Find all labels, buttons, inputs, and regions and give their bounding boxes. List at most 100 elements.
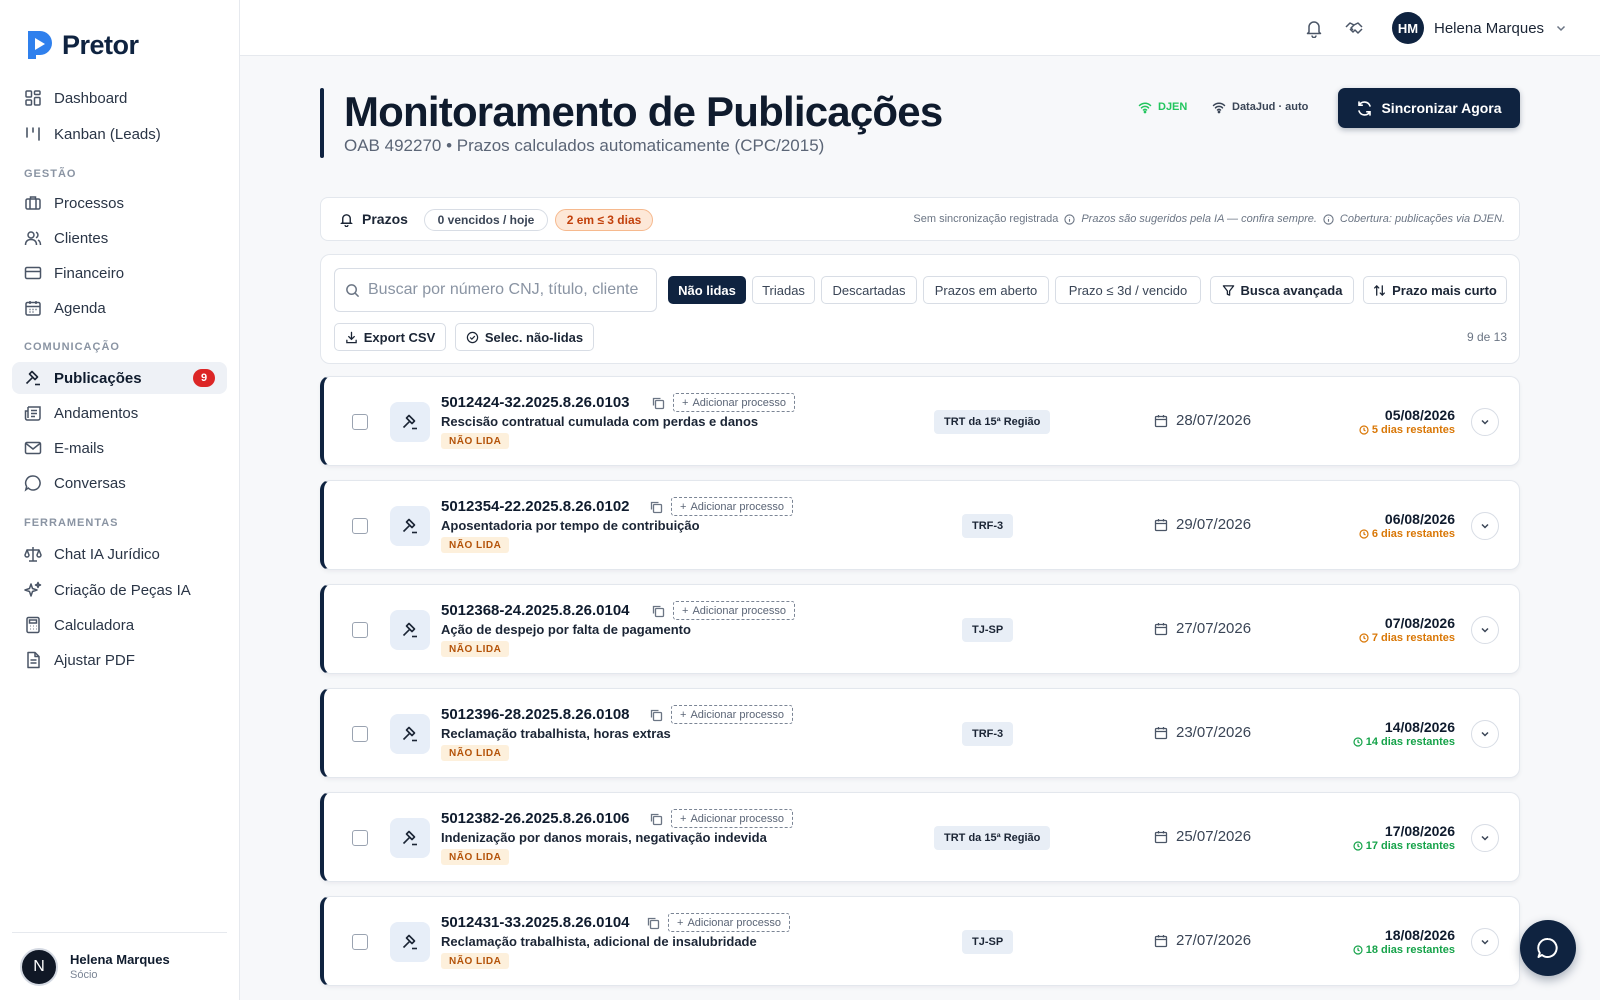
check-circle-icon <box>466 331 479 343</box>
sidebar-item-chat-ia[interactable]: Chat IA Jurídico <box>12 538 227 570</box>
expand-row-button[interactable] <box>1471 824 1499 852</box>
add-process-button[interactable]: + Adicionar processo <box>671 705 793 724</box>
profile-role: Sócio <box>70 969 98 981</box>
row-checkbox[interactable] <box>352 934 368 950</box>
sidebar-user-profile[interactable]: N Helena Marques Sócio <box>12 932 227 1000</box>
process-number[interactable]: 5012424-32.2025.8.26.0103 <box>441 394 630 411</box>
add-process-button[interactable]: + Adicionar processo <box>668 913 790 932</box>
add-process-label: Adicionar processo <box>692 604 786 617</box>
copy-icon[interactable] <box>649 708 663 722</box>
expand-row-button[interactable] <box>1471 720 1499 748</box>
publication-date: 28/07/2026 <box>1154 412 1251 429</box>
sidebar-item-agenda[interactable]: Agenda <box>12 292 227 324</box>
plus-icon: + <box>682 396 689 409</box>
newspaper-icon <box>24 406 41 421</box>
coverage-info: Cobertura: publicações via DJEN. <box>1339 213 1505 225</box>
expand-row-button[interactable] <box>1471 512 1499 540</box>
publication-date-value: 27/07/2026 <box>1176 620 1252 637</box>
copy-icon[interactable] <box>646 916 660 930</box>
plus-icon: + <box>680 500 687 513</box>
sidebar-item-label: Ajustar PDF <box>54 651 135 669</box>
wifi-icon <box>1212 102 1226 114</box>
tab-prazos-em-aberto[interactable]: Prazos em aberto <box>923 276 1049 304</box>
sidebar-item-processos[interactable]: Processos <box>12 187 227 219</box>
chevron-down-icon <box>1481 627 1489 633</box>
deadline-date: 06/08/2026 <box>1384 511 1455 527</box>
sidebar-item-label: Financeiro <box>54 264 125 282</box>
copy-icon[interactable] <box>651 604 665 618</box>
sort-button[interactable]: Prazo mais curto <box>1363 276 1507 304</box>
publication-row[interactable]: 5012424-32.2025.8.26.0103 + Adicionar pr… <box>320 376 1520 466</box>
row-checkbox[interactable] <box>352 830 368 846</box>
publication-row[interactable]: 5012431-33.2025.8.26.0104 + Adicionar pr… <box>320 896 1520 986</box>
add-process-button[interactable]: + Adicionar processo <box>671 809 793 828</box>
publication-row[interactable]: 5012396-28.2025.8.26.0108 + Adicionar pr… <box>320 688 1520 778</box>
user-menu[interactable]: HM Helena Marques <box>1392 12 1568 44</box>
sidebar-item-ajustar-pdf[interactable]: Ajustar PDF <box>12 644 227 676</box>
days-remaining: 6 dias restantes <box>1359 528 1455 540</box>
publication-row[interactable]: 5012368-24.2025.8.26.0104 + Adicionar pr… <box>320 584 1520 674</box>
sidebar-item-label: Andamentos <box>54 404 139 422</box>
export-csv-button[interactable]: Export CSV <box>334 323 446 351</box>
publication-date: 27/07/2026 <box>1154 620 1251 637</box>
notifications-bell-icon[interactable] <box>1304 18 1324 38</box>
due-soon-pill[interactable]: 2 em ≤ 3 dias <box>555 209 653 231</box>
advanced-search-button[interactable]: Busca avançada <box>1210 276 1354 304</box>
row-checkbox[interactable] <box>352 726 368 742</box>
tab-descartadas[interactable]: Descartadas <box>821 276 917 304</box>
add-process-button[interactable]: + Adicionar processo <box>673 601 795 620</box>
unread-badge: NÃO LIDA <box>441 953 510 969</box>
expand-row-button[interactable] <box>1471 408 1499 436</box>
topbar: HM Helena Marques <box>240 0 1600 56</box>
select-unread-button[interactable]: Selec. não-lidas <box>455 323 594 351</box>
publication-row[interactable]: 5012382-26.2025.8.26.0106 + Adicionar pr… <box>320 792 1520 882</box>
search-box[interactable] <box>334 268 657 312</box>
days-remaining: 7 dias restantes <box>1359 632 1455 644</box>
publication-type-badge <box>390 922 430 962</box>
process-number[interactable]: 5012368-24.2025.8.26.0104 <box>441 602 630 619</box>
add-process-button[interactable]: + Adicionar processo <box>671 497 793 516</box>
sidebar-item-financeiro[interactable]: Financeiro <box>12 257 227 289</box>
overdue-today-pill[interactable]: 0 vencidos / hoje <box>424 209 548 231</box>
expand-row-button[interactable] <box>1471 928 1499 956</box>
row-checkbox[interactable] <box>352 414 368 430</box>
process-number[interactable]: 5012354-22.2025.8.26.0102 <box>441 498 630 515</box>
process-number[interactable]: 5012382-26.2025.8.26.0106 <box>441 810 630 827</box>
sidebar-item-andamentos[interactable]: Andamentos <box>12 397 227 429</box>
row-checkbox[interactable] <box>352 518 368 534</box>
sort-label: Prazo mais curto <box>1392 282 1497 298</box>
sidebar-item-calculadora[interactable]: Calculadora <box>12 609 227 641</box>
datajud-status-label: DataJud · auto <box>1232 101 1309 113</box>
copy-icon[interactable] <box>649 812 663 826</box>
chat-fab-button[interactable] <box>1520 920 1576 976</box>
expand-row-button[interactable] <box>1471 616 1499 644</box>
select-unread-label: Selec. não-lidas <box>484 329 584 345</box>
sidebar-item-clientes[interactable]: Clientes <box>12 222 227 254</box>
pretor-logo-icon <box>28 31 52 59</box>
copy-icon[interactable] <box>651 396 665 410</box>
gavel-icon <box>402 518 417 534</box>
publication-row[interactable]: 5012354-22.2025.8.26.0102 + Adicionar pr… <box>320 480 1520 570</box>
publication-date: 25/07/2026 <box>1154 828 1251 845</box>
sidebar-item-emails[interactable]: E-mails <box>12 432 227 464</box>
publication-date-value: 27/07/2026 <box>1176 932 1252 949</box>
copy-icon[interactable] <box>649 500 663 514</box>
search-input[interactable] <box>368 281 648 299</box>
sync-now-button[interactable]: Sincronizar Agora <box>1338 88 1520 128</box>
sidebar-item-conversas[interactable]: Conversas <box>12 467 227 499</box>
handshake-icon[interactable] <box>1344 18 1364 38</box>
add-process-button[interactable]: + Adicionar processo <box>673 393 795 412</box>
sidebar-item-publicacoes[interactable]: Publicações 9 <box>12 362 227 394</box>
tab-prazo-curto-vencido[interactable]: Prazo ≤ 3d / vencido <box>1055 276 1201 304</box>
tab-nao-lidas[interactable]: Não lidas <box>668 276 746 304</box>
tab-triadas[interactable]: Triadas <box>752 276 815 304</box>
ia-disclaimer: Prazos são sugeridos pela IA — confira s… <box>1081 213 1317 225</box>
process-number[interactable]: 5012431-33.2025.8.26.0104 <box>441 914 630 931</box>
sidebar-item-criacao-pecas[interactable]: Criação de Peças IA <box>12 574 227 606</box>
pretor-logo[interactable]: Pretor <box>24 28 139 62</box>
row-checkbox[interactable] <box>352 622 368 638</box>
sidebar-item-kanban[interactable]: Kanban (Leads) <box>12 118 227 150</box>
sidebar-item-dashboard[interactable]: Dashboard <box>12 82 227 114</box>
advanced-search-label: Busca avançada <box>1240 282 1343 298</box>
process-number[interactable]: 5012396-28.2025.8.26.0108 <box>441 706 630 723</box>
